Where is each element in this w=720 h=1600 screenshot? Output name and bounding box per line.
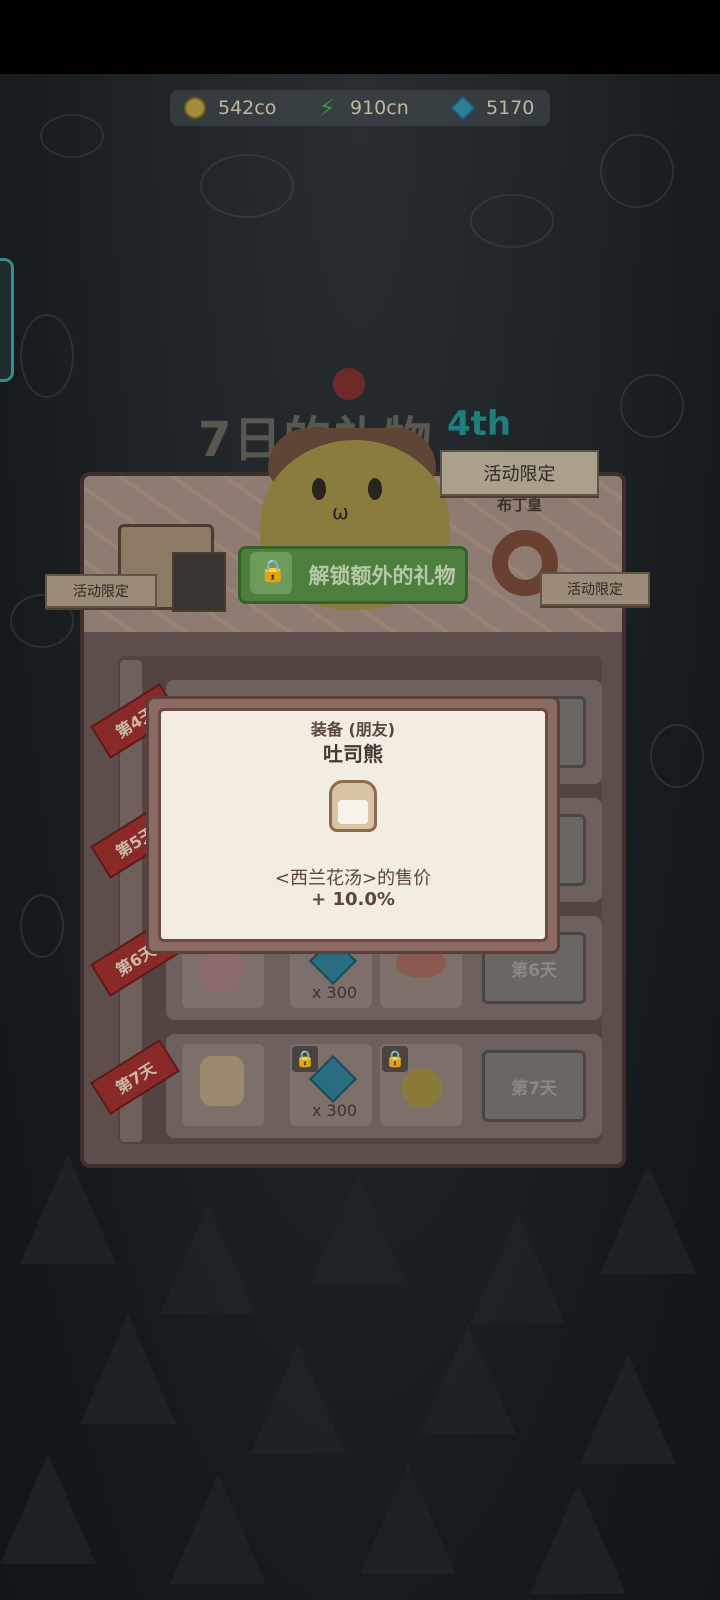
- item-category: 装备 (朋友): [310, 720, 396, 739]
- cat-eye: [368, 478, 382, 500]
- pudding-label: 布丁皇: [497, 496, 543, 514]
- gem-quantity: x 300: [312, 983, 358, 1002]
- resource-bar: 542co ⚡ 910cn 5170: [170, 90, 550, 126]
- status-bar: [0, 0, 720, 74]
- unlock-extra-gifts-label: 解锁额外的礼物: [308, 564, 456, 588]
- lock-icon: 🔒: [259, 559, 287, 584]
- item-effect-value: + 10.0%: [311, 889, 395, 910]
- gem-quantity: x 300: [312, 1101, 358, 1120]
- coin-value: 542co: [218, 97, 277, 119]
- toast-bear-reward-icon: [200, 1056, 244, 1106]
- coin-icon: [184, 97, 206, 119]
- item-effect-description: <西兰花汤>的售价: [274, 868, 432, 889]
- cherry-icon: [333, 368, 365, 400]
- item-name: 吐司熊: [323, 742, 383, 766]
- sign-illustration: [172, 552, 226, 612]
- gem-value: 5170: [486, 97, 535, 119]
- gem-counter: 5170: [450, 90, 535, 126]
- event-limited-tag-left: 活动限定: [45, 574, 157, 608]
- egg-reward-icon: [198, 948, 244, 994]
- lock-icon: 🔒: [382, 1046, 408, 1072]
- cat-mouth: ω: [332, 500, 349, 524]
- gem-icon: [450, 95, 476, 121]
- energy-icon: ⚡: [318, 94, 336, 122]
- lock-icon: 🔒: [292, 1046, 318, 1072]
- event-limited-tag: 活动限定: [440, 450, 599, 496]
- coin-counter: 542co: [184, 90, 276, 126]
- energy-value: 910cn: [350, 97, 409, 119]
- pudding-reward-icon: [402, 1068, 442, 1108]
- side-drawer-tab[interactable]: [0, 258, 14, 382]
- event-limited-tag-right: 活动限定: [540, 572, 650, 606]
- cat-eye: [312, 478, 326, 500]
- toast-bear-face: [338, 800, 368, 824]
- energy-counter: ⚡ 910cn: [316, 90, 409, 126]
- claim-day-button[interactable]: 第7天: [482, 1050, 586, 1122]
- event-ordinal: 4th: [447, 404, 512, 444]
